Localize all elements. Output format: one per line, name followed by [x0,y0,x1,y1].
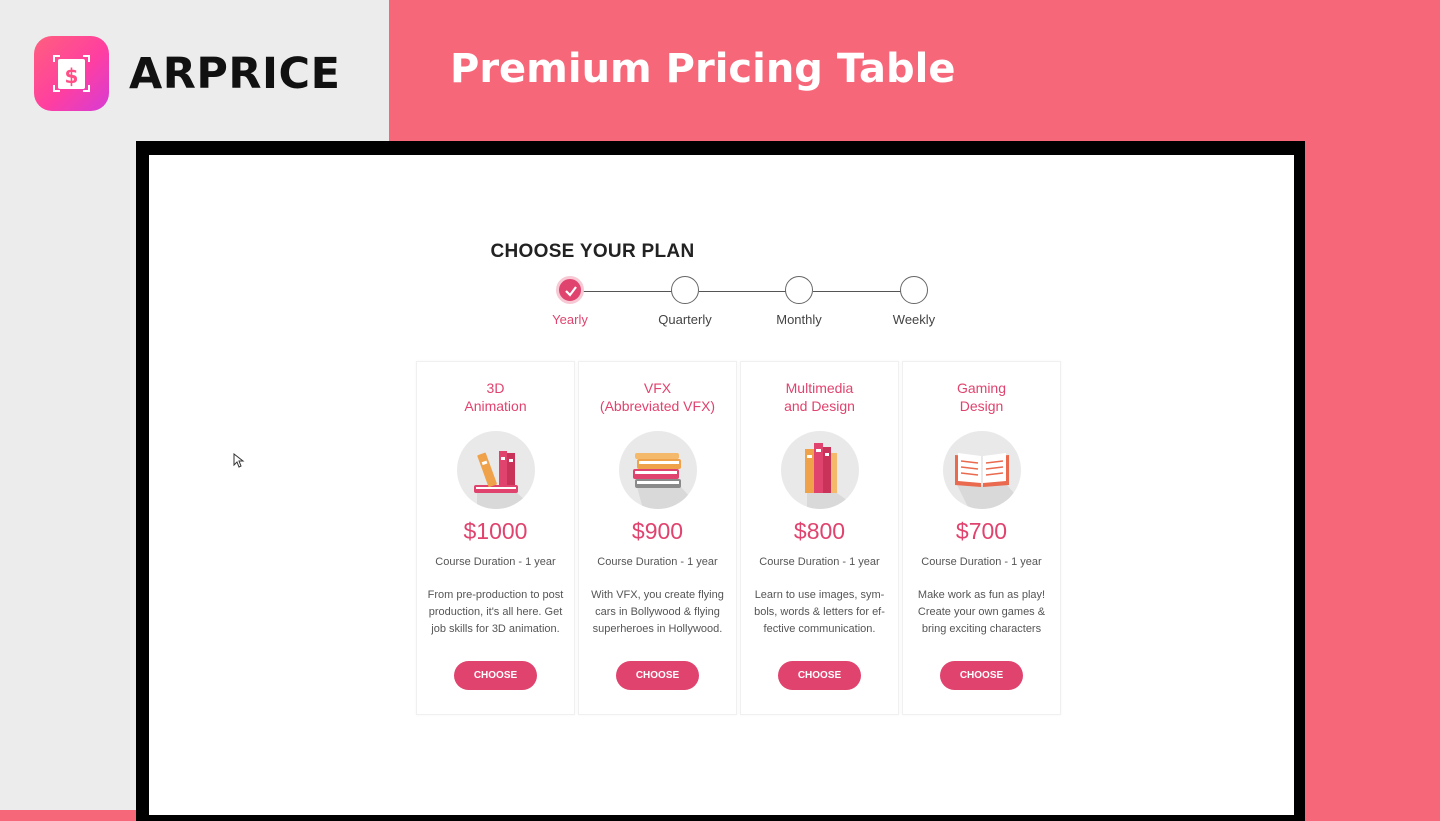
step-circle [671,276,699,304]
card-duration: Course Duration - 1 year [759,556,880,568]
card-duration: Course Duration - 1 year [435,556,556,568]
card-description: Make work as fun as play! Create your ow… [917,589,1046,635]
step-label: Weekly [892,312,936,327]
pricing-card: 3D Animation $1000 Course Duration - 1 y… [416,361,575,715]
brand: $ ARPRICE [34,36,340,111]
card-price: $1000 [463,518,528,544]
step-label: Yearly [552,312,588,327]
books-icon [456,431,535,509]
step-label: Monthly [776,312,822,327]
check-icon [556,276,584,304]
card-price: $900 [631,518,684,544]
pricing-card: VFX (Abbreviated VFX) $900 Course Durati… [578,361,737,715]
brand-name: ARPRICE [129,48,341,99]
binders-icon [780,431,859,509]
step-weekly[interactable]: Weekly [864,276,964,327]
card-title: Gaming Design [956,380,1007,414]
step-label: Quarterly [658,312,712,327]
step-circle [900,276,928,304]
choose-button[interactable]: CHOOSE [778,661,861,690]
card-title: Multimedia and Design [784,380,855,414]
mouse-pointer-icon [233,452,245,473]
step-quarterly[interactable]: Quarterly [635,276,735,327]
card-duration: Course Duration - 1 year [597,556,718,568]
stacked-books-icon [618,431,697,509]
step-circle [785,276,813,304]
plan-title: CHOOSE YOUR PLAN [490,241,695,262]
svg-text:$: $ [65,64,79,88]
step-yearly[interactable]: Yearly [520,276,620,327]
card-description: From pre-production to post production, … [427,589,564,635]
choose-button[interactable]: CHOOSE [616,661,699,690]
dollar-sign-icon: $ [34,36,109,111]
card-price: $700 [955,518,1008,544]
open-book-icon [942,431,1021,509]
plan-stepper: Yearly Quarterly Monthly Weekly [540,276,940,336]
card-title: 3D Animation [464,380,527,414]
pricing-card: Gaming Design $700 Course Duration - 1 y… [902,361,1061,715]
banner-title: Premium Pricing Table [450,46,956,92]
card-title: VFX (Abbreviated VFX) [599,380,716,414]
card-description: With VFX, you create flying cars in Boll… [591,589,724,635]
card-price: $800 [793,518,846,544]
choose-button[interactable]: CHOOSE [454,661,537,690]
card-description: Learn to use images, sym-bols, words & l… [754,589,885,635]
pricing-card: Multimedia and Design $800 Course Durati… [740,361,899,715]
choose-button[interactable]: CHOOSE [940,661,1023,690]
card-duration: Course Duration - 1 year [921,556,1042,568]
step-monthly[interactable]: Monthly [749,276,849,327]
